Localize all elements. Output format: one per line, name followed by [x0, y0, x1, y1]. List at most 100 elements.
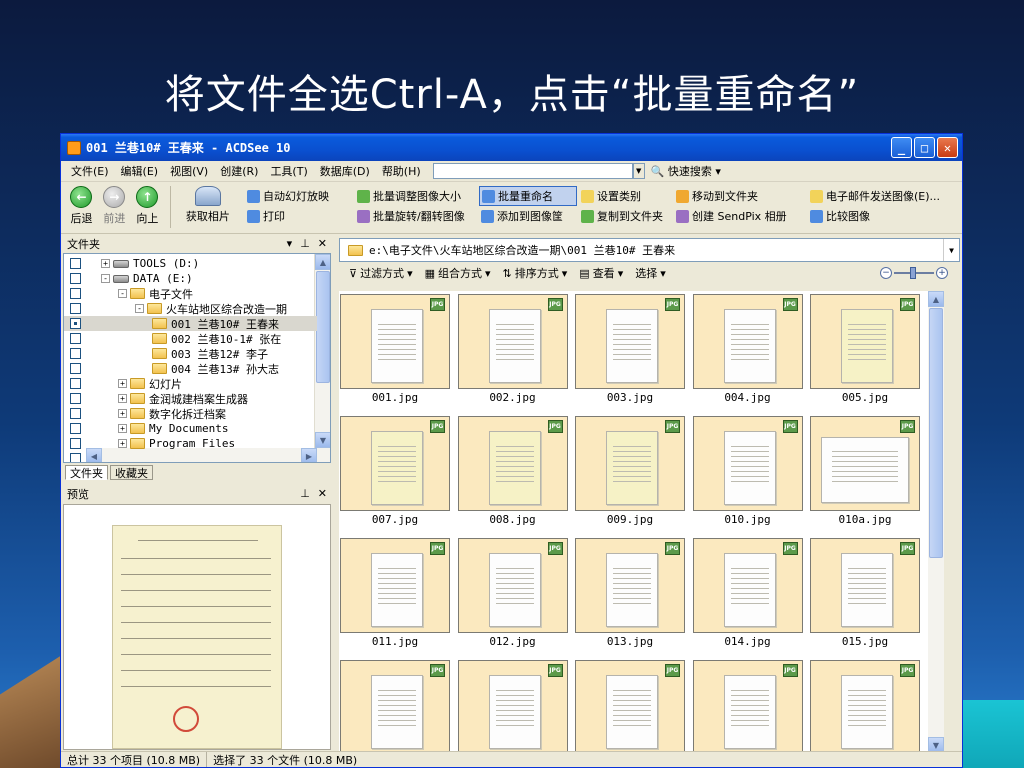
expand-icon[interactable]: + [118, 409, 127, 418]
tool-print-button[interactable]: 打印 [245, 206, 353, 226]
up-button[interactable]: ↑ 向上 [131, 186, 164, 226]
thumbnail-item[interactable]: JPG [575, 660, 685, 753]
menu-help[interactable]: 帮助(H) [376, 163, 427, 179]
tree-checkbox[interactable] [70, 408, 81, 419]
menu-edit[interactable]: 编辑(E) [115, 163, 165, 179]
tree-item[interactable]: + My Documents [64, 421, 317, 436]
tool-email-button[interactable]: 电子邮件发送图像(E)... [808, 186, 958, 206]
thumbnail-item[interactable]: JPG 013.jpg [575, 538, 685, 652]
thumbnail-item[interactable]: JPG 003.jpg [575, 294, 685, 408]
tree-item[interactable]: + TOOLS (D:) [64, 256, 317, 271]
thumbnail-item[interactable]: JPG 015.jpg [810, 538, 920, 652]
maximize-button[interactable]: □ [914, 137, 935, 158]
collapse-icon[interactable]: - [101, 274, 110, 283]
select-button[interactable]: 选择 ▾ [631, 265, 670, 281]
collapse-icon[interactable]: - [118, 289, 127, 298]
zoom-knob[interactable] [910, 267, 916, 279]
thumbnail-item[interactable]: JPG 008.jpg [457, 416, 568, 530]
tool-category-button[interactable]: 设置类别 [579, 186, 672, 206]
scroll-thumb[interactable] [929, 308, 943, 558]
title-bar[interactable]: 001 兰巷10# 王春来 - ACDSee 10 _ □ ✕ [61, 134, 962, 161]
tree-checkbox[interactable] [70, 423, 81, 434]
acquire-photos-button[interactable]: 获取相片 [177, 186, 239, 224]
tool-sendpix-button[interactable]: 创建 SendPix 相册 [674, 206, 806, 226]
tree-checkbox[interactable] [70, 273, 81, 284]
scroll-up-icon[interactable]: ▲ [928, 291, 944, 307]
thumbnail-item[interactable]: JPG 009.jpg [575, 416, 685, 530]
pin-icon[interactable]: ⊥ [300, 487, 310, 500]
tree-item[interactable]: - 电子文件 [64, 286, 317, 301]
scroll-thumb[interactable] [316, 271, 330, 383]
tree-item[interactable]: - DATA (E:) [64, 271, 317, 286]
path-dropdown-icon[interactable]: ▼ [943, 239, 959, 261]
thumbnail-item[interactable]: JPG [340, 660, 450, 753]
tree-checkbox[interactable] [70, 348, 81, 359]
tree-checkbox[interactable] [70, 303, 81, 314]
scroll-up-icon[interactable]: ▲ [315, 254, 330, 270]
thumbnail-item[interactable]: JPG 011.jpg [340, 538, 450, 652]
tree-item[interactable]: 001 兰巷10# 王春来 [64, 316, 317, 331]
thumbnail-item[interactable]: JPG 012.jpg [457, 538, 568, 652]
panel-close-icon[interactable]: ✕ [318, 487, 327, 500]
tool-image-basket-button[interactable]: 添加到图像筐 [479, 206, 577, 226]
grid-vertical-scrollbar[interactable]: ▲ ▼ [928, 291, 944, 753]
group-button[interactable]: ▦ 组合方式 ▾ [421, 265, 495, 281]
minimize-button[interactable]: _ [891, 137, 912, 158]
panel-close-icon[interactable]: ✕ [318, 237, 327, 250]
tab-favorites[interactable]: 收藏夹 [110, 465, 153, 480]
expand-icon[interactable]: + [118, 424, 127, 433]
tree-checkbox[interactable] [70, 453, 81, 462]
scroll-down-icon[interactable]: ▼ [315, 432, 330, 448]
thumbnail-item[interactable]: JPG 010.jpg [692, 416, 803, 530]
tree-item[interactable]: 003 兰巷12# 李子 [64, 346, 317, 361]
sort-button[interactable]: ⇅ 排序方式 ▾ [499, 265, 572, 281]
thumbnail-zoom-slider[interactable]: − + [880, 267, 948, 279]
tree-item[interactable]: - 火车站地区综合改造一期 [64, 301, 317, 316]
tree-item[interactable]: + 数字化拆迁档案 [64, 406, 317, 421]
tree-item[interactable]: + 幻灯片 [64, 376, 317, 391]
quick-search-dropdown[interactable]: ▼ [632, 163, 645, 179]
thumbnail-item[interactable]: JPG [692, 660, 803, 753]
close-button[interactable]: ✕ [937, 137, 958, 158]
thumbnail-item[interactable]: JPG [810, 660, 920, 753]
tool-compare-button[interactable]: 比较图像 [808, 206, 958, 226]
filter-button[interactable]: ⊽ 过滤方式 ▾ [345, 265, 417, 281]
thumbnail-item[interactable]: JPG 005.jpg [810, 294, 920, 408]
expand-icon[interactable]: + [118, 394, 127, 403]
tree-checkbox[interactable] [70, 258, 81, 269]
tree-checkbox[interactable] [70, 363, 81, 374]
pin-icon[interactable]: ⊥ [300, 237, 310, 250]
tool-move-folder-button[interactable]: 移动到文件夹 [674, 186, 806, 206]
tree-item[interactable]: 004 兰巷13# 孙大志 [64, 361, 317, 376]
tool-copy-folder-button[interactable]: 复制到文件夹 [579, 206, 672, 226]
tool-rename-button[interactable]: 批量重命名 [479, 186, 578, 206]
zoom-in-icon[interactable]: + [936, 267, 948, 279]
tree-checkbox[interactable] [70, 333, 81, 344]
expand-icon[interactable]: + [118, 439, 127, 448]
quick-search-button[interactable]: 🔍 快速搜索 ▾ [645, 163, 727, 179]
menu-file[interactable]: 文件(E) [65, 163, 115, 179]
tool-slideshow-button[interactable]: 自动幻灯放映 [245, 186, 353, 206]
tool-resize-button[interactable]: 批量调整图像大小 [355, 186, 477, 206]
quick-search-input[interactable] [432, 163, 633, 179]
collapse-icon[interactable]: - [135, 304, 144, 313]
menu-create[interactable]: 创建(R) [214, 163, 264, 179]
tree-checkbox[interactable] [70, 318, 81, 329]
back-button[interactable]: ← 后退 [65, 186, 98, 226]
thumbnail-item[interactable]: JPG 004.jpg [692, 294, 803, 408]
tree-checkbox[interactable] [70, 438, 81, 449]
forward-button[interactable]: → 前进 [98, 186, 131, 226]
tool-rotate-button[interactable]: 批量旋转/翻转图像 [355, 206, 477, 226]
thumbnail-item[interactable]: JPG [457, 660, 568, 753]
zoom-out-icon[interactable]: − [880, 267, 892, 279]
thumbnail-item[interactable]: JPG 001.jpg [340, 294, 450, 408]
thumbnail-item[interactable]: JPG 002.jpg [457, 294, 568, 408]
tree-item[interactable]: + Program Files [64, 436, 317, 451]
tree-item[interactable]: 002 兰巷10-1# 张在 [64, 331, 317, 346]
thumbnail-item[interactable]: JPG 014.jpg [692, 538, 803, 652]
expand-icon[interactable]: + [101, 259, 110, 268]
path-bar[interactable]: e:\电子文件\火车站地区综合改造一期\001 兰巷10# 王春来 ▼ [339, 238, 960, 262]
thumbnail-item[interactable]: JPG 007.jpg [340, 416, 450, 530]
menu-tools[interactable]: 工具(T) [264, 163, 313, 179]
tab-folders[interactable]: 文件夹 [65, 465, 108, 480]
